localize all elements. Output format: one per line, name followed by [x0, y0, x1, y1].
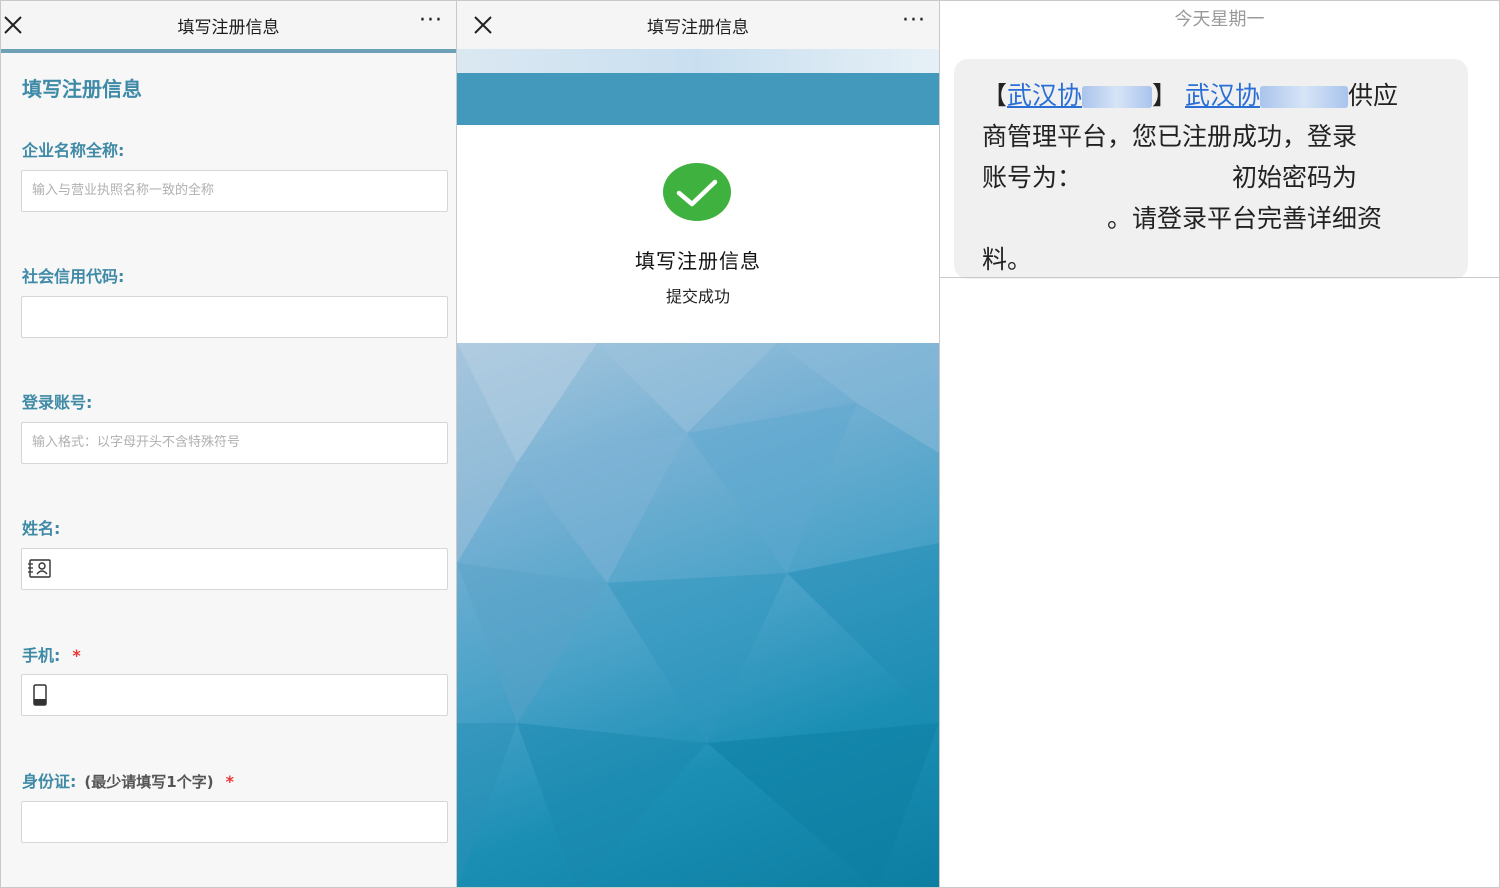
submit-success-panel: 填写注册信息 ··· 填写注册信息 提交成功	[457, 0, 939, 888]
form-heading: 填写注册信息	[22, 77, 142, 101]
divider	[940, 277, 1499, 278]
credit-code-input[interactable]	[21, 296, 448, 338]
page-title: 填写注册信息	[177, 18, 280, 38]
redacted-text	[1082, 86, 1153, 108]
message-date: 今天星期一	[1174, 9, 1265, 30]
sms-bracket-open: 【	[982, 81, 1008, 110]
success-check-icon	[663, 163, 731, 221]
sms-text: 供应	[1348, 81, 1399, 110]
redacted-text	[1260, 86, 1349, 108]
header-decoration	[457, 49, 939, 73]
background-pattern	[457, 343, 939, 887]
company-name-label: 企业名称全称:	[22, 141, 125, 160]
success-card: 填写注册信息 提交成功	[457, 125, 939, 343]
phone-label: 手机: *	[22, 646, 81, 665]
success-subtitle: 提交成功	[665, 287, 730, 306]
success-title: 填写注册信息	[635, 249, 761, 273]
platform-link[interactable]: 武汉协	[1185, 81, 1349, 110]
sms-text: 商管理平台，您已注册成功，登录	[982, 122, 1358, 151]
company-name-input[interactable]: 输入与营业执照名称一致的全称	[21, 170, 448, 212]
page-title: 填写注册信息	[647, 18, 749, 38]
name-input[interactable]	[21, 548, 448, 590]
mobile-phone-icon	[33, 684, 47, 706]
sms-text: 初始密码为	[1232, 163, 1358, 192]
top-bar: 填写注册信息 ···	[457, 1, 939, 49]
contact-card-icon	[28, 559, 51, 578]
id-card-label: 身份证: (最少请填写1个字) *	[22, 772, 234, 791]
hospital-link[interactable]: 武汉协	[1007, 81, 1153, 110]
name-label: 姓名:	[22, 519, 61, 538]
required-marker: *	[72, 646, 81, 665]
sms-message-bubble: 【武汉协】 武汉协 供应 商管理平台，您已注册成功，登录 账号为： 初始密码为 。请…	[954, 59, 1468, 279]
more-menu-button[interactable]: ···	[897, 10, 931, 35]
more-menu-button[interactable]: ···	[414, 10, 448, 35]
sms-bracket-close: 】	[1152, 81, 1178, 110]
header-band	[457, 73, 939, 125]
login-account-label: 登录账号:	[22, 393, 93, 412]
sms-text: 。请登录平台完善详细资	[1107, 204, 1383, 233]
registration-form-panel: 填写注册信息 ··· 填写注册信息 企业名称全称: 输入与营业执照名称一致的全称…	[0, 0, 457, 888]
credit-code-label: 社会信用代码:	[22, 267, 125, 286]
required-marker: *	[225, 772, 234, 791]
id-card-input[interactable]	[21, 801, 448, 843]
top-bar: 填写注册信息 ···	[1, 1, 456, 53]
sms-panel: 今天星期一 【武汉协】 武汉协 供应 商管理平台，您已注册成功，登录 账号为： 初始…	[939, 0, 1500, 888]
sms-text: 账号为：	[982, 163, 1083, 192]
phone-input[interactable]	[21, 674, 448, 716]
sms-text: 料。	[982, 245, 1033, 274]
id-card-hint: (最少请填写1个字)	[84, 773, 214, 791]
login-account-input[interactable]: 输入格式：以字母开头不含特殊符号	[21, 422, 448, 464]
